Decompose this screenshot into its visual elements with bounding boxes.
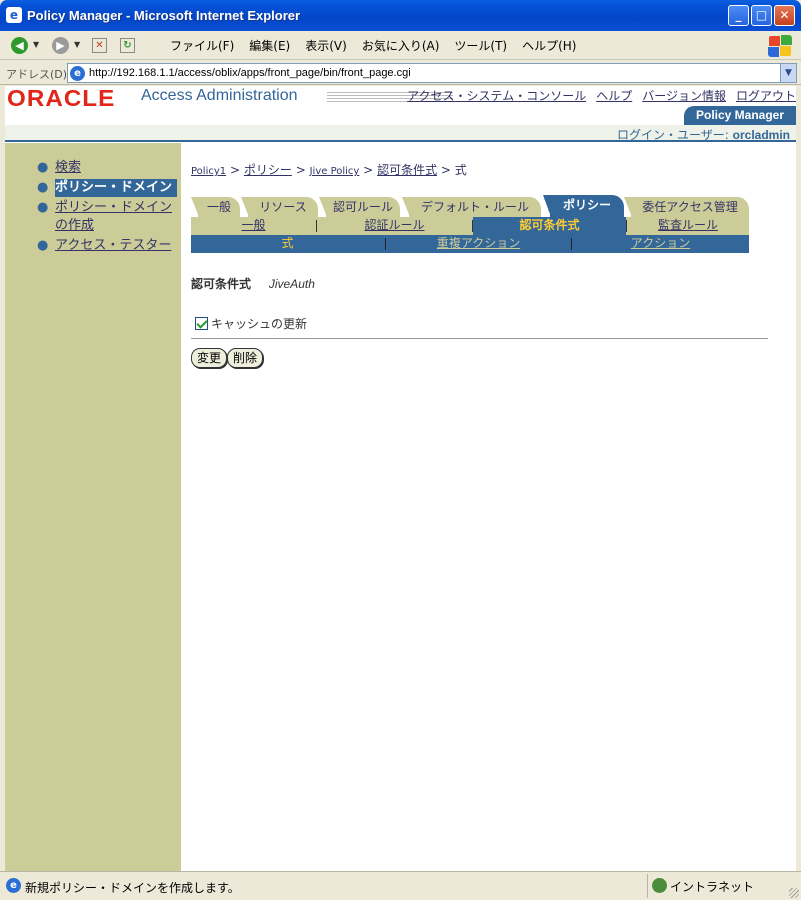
tab-delegated-access[interactable]: 委任アクセス管理 xyxy=(624,197,749,217)
login-label: ログイン・ユーザー: xyxy=(617,128,733,142)
breadcrumb-jive-policy[interactable]: Jive Policy xyxy=(310,166,360,177)
minimize-button[interactable]: _ xyxy=(728,5,749,26)
subsubtab-expression[interactable]: 式 xyxy=(191,235,384,253)
cache-update-row: キャッシュの更新 xyxy=(195,315,307,332)
breadcrumb-authz-expression[interactable]: 認可条件式 xyxy=(377,163,437,177)
subtab-authn-rules[interactable]: 認証ルール xyxy=(317,217,472,235)
tab-resources[interactable]: リソース xyxy=(241,197,318,217)
app-header: ORACLE Access Administration アクセス・システム・コ… xyxy=(5,86,796,142)
top-links: アクセス・システム・コンソール ヘルプ バージョン情報 ログアウト xyxy=(397,87,796,104)
ie-app-icon: e xyxy=(6,7,22,23)
tab-general[interactable]: 一般 xyxy=(191,197,240,217)
sidebar-item-label[interactable]: アクセス・テスター xyxy=(55,238,171,253)
breadcrumb-sep: > xyxy=(363,163,374,177)
main-panel: Policy1 > ポリシー > Jive Policy > 認可条件式 > 式… xyxy=(191,143,791,843)
refresh-icon[interactable]: ↻ xyxy=(120,38,135,53)
cache-update-checkbox[interactable] xyxy=(195,317,208,330)
menu-view[interactable]: 表示(V) xyxy=(305,37,347,54)
address-dropdown-icon[interactable]: ▼ xyxy=(780,64,796,82)
cache-update-label: キャッシュの更新 xyxy=(211,317,308,331)
page-icon: e xyxy=(70,66,85,81)
windows-logo-icon xyxy=(767,34,793,58)
maximize-button[interactable]: □ xyxy=(751,5,772,26)
sidebar-item-search[interactable]: ● 検索 xyxy=(37,159,177,177)
breadcrumb-policy[interactable]: ポリシー xyxy=(244,163,292,177)
sub-sub-tabs: 式 重複アクション アクション xyxy=(191,235,749,253)
subtab-general[interactable]: 一般 xyxy=(191,217,316,235)
login-bar: ログイン・ユーザー: orcladmin xyxy=(5,125,796,142)
sidebar-item-label[interactable]: ポリシー・ドメインの作成 xyxy=(55,200,172,233)
tab-policies[interactable]: ポリシー xyxy=(543,195,624,217)
menu-file[interactable]: ファイル(F) xyxy=(170,37,234,54)
subsubtab-duplicate-actions[interactable]: 重複アクション xyxy=(386,235,571,253)
link-logout[interactable]: ログアウト xyxy=(736,87,796,104)
oracle-logo: ORACLE xyxy=(7,86,116,111)
status-text: 新規ポリシー・ドメインを作成します。 xyxy=(25,881,240,895)
security-zone: イントラネット xyxy=(647,874,797,898)
menu-bar: ファイル(F) 編集(E) 表示(V) お気に入り(A) ツール(T) ヘルプ(… xyxy=(170,31,591,60)
breadcrumb: Policy1 > ポリシー > Jive Policy > 認可条件式 > 式 xyxy=(191,161,467,178)
intranet-icon xyxy=(652,878,667,893)
forward-arrow-icon[interactable]: ▶ xyxy=(52,37,69,54)
resize-grip[interactable] xyxy=(789,888,799,898)
app-title: Access Administration xyxy=(141,87,298,104)
sidebar-item-policy-domains[interactable]: ● ポリシー・ドメイン xyxy=(37,179,177,197)
bullet-icon: ● xyxy=(37,200,49,215)
back-arrow-icon[interactable]: ◀ xyxy=(11,37,28,54)
bullet-icon: ● xyxy=(37,160,49,175)
stop-icon[interactable]: ✕ xyxy=(92,38,107,53)
subtab-audit-rules[interactable]: 監査ルール xyxy=(627,217,749,235)
menu-edit[interactable]: 編集(E) xyxy=(249,37,290,54)
address-row: アドレス(D) e http://192.168.1.1/access/obli… xyxy=(0,61,801,85)
window-title-bar[interactable]: e Policy Manager - Microsoft Internet Ex… xyxy=(0,0,801,31)
sidebar-item-label[interactable]: 検索 xyxy=(55,160,81,175)
back-dropdown-icon[interactable]: ▼ xyxy=(33,40,39,49)
breadcrumb-sep: > xyxy=(440,163,451,177)
breadcrumb-sep: > xyxy=(229,163,241,177)
sidebar-item-create-policy-domain[interactable]: ● ポリシー・ドメインの作成 xyxy=(37,199,177,235)
window-title: Policy Manager - Microsoft Internet Expl… xyxy=(27,8,301,23)
expression-row: 認可条件式 JiveAuth xyxy=(191,275,315,292)
address-input[interactable]: e http://192.168.1.1/access/oblix/apps/f… xyxy=(67,63,797,83)
toolbar-row: ◀ ▼ ▶ ▼ ✕ ↻ ファイル(F) 編集(E) 表示(V) お気に入り(A)… xyxy=(0,31,801,60)
status-page-icon: e xyxy=(6,878,21,893)
breadcrumb-policy1[interactable]: Policy1 xyxy=(191,166,226,177)
breadcrumb-sep: > xyxy=(295,163,306,177)
policy-manager-tab[interactable]: Policy Manager xyxy=(684,106,796,125)
page-content: ORACLE Access Administration アクセス・システム・コ… xyxy=(5,86,796,871)
modify-button[interactable]: 変更 xyxy=(191,348,228,368)
sub-tabs: 一般 認証ルール 認可条件式 監査ルール xyxy=(191,217,749,235)
tab-authz-rules[interactable]: 認可ルール xyxy=(319,197,400,217)
bullet-icon: ● xyxy=(37,238,49,253)
link-access-console[interactable]: アクセス・システム・コンソール xyxy=(407,87,586,104)
sidebar-item-access-tester[interactable]: ● アクセス・テスター xyxy=(37,237,177,255)
menu-favorites[interactable]: お気に入り(A) xyxy=(362,37,440,54)
bullet-icon: ● xyxy=(37,180,49,195)
divider xyxy=(191,338,768,339)
forward-dropdown-icon[interactable]: ▼ xyxy=(74,40,80,49)
expression-label: 認可条件式 xyxy=(191,277,252,291)
link-version-info[interactable]: バージョン情報 xyxy=(642,87,726,104)
close-button[interactable]: ✕ xyxy=(774,5,795,26)
sidebar: ● 検索 ● ポリシー・ドメイン ● ポリシー・ドメインの作成 ● アクセス・テスター xyxy=(5,143,181,871)
tab-default-rules[interactable]: デフォルト・ルール xyxy=(402,197,541,217)
sidebar-item-label[interactable]: ポリシー・ドメイン xyxy=(55,179,177,197)
address-url[interactable]: http://192.168.1.1/access/oblix/apps/fro… xyxy=(89,67,411,79)
main-tabs: 一般 リソース 認可ルール デフォルト・ルール ポリシー 委任アクセス管理 xyxy=(191,195,751,217)
address-label: アドレス(D) xyxy=(6,68,68,81)
delete-button[interactable]: 削除 xyxy=(227,348,264,368)
login-user: orcladmin xyxy=(732,128,790,142)
menu-tools[interactable]: ツール(T) xyxy=(454,37,507,54)
link-help[interactable]: ヘルプ xyxy=(596,87,632,104)
expression-value: JiveAuth xyxy=(268,277,315,291)
status-bar: e 新規ポリシー・ドメインを作成します。 イントラネット xyxy=(0,871,801,900)
breadcrumb-current: 式 xyxy=(454,163,467,177)
zone-label: イントラネット xyxy=(670,880,755,894)
subtab-authz-expression[interactable]: 認可条件式 xyxy=(473,217,626,235)
action-buttons: 変更 削除 xyxy=(191,348,264,368)
menu-help[interactable]: ヘルプ(H) xyxy=(522,37,576,54)
subsubtab-actions[interactable]: アクション xyxy=(572,235,749,253)
